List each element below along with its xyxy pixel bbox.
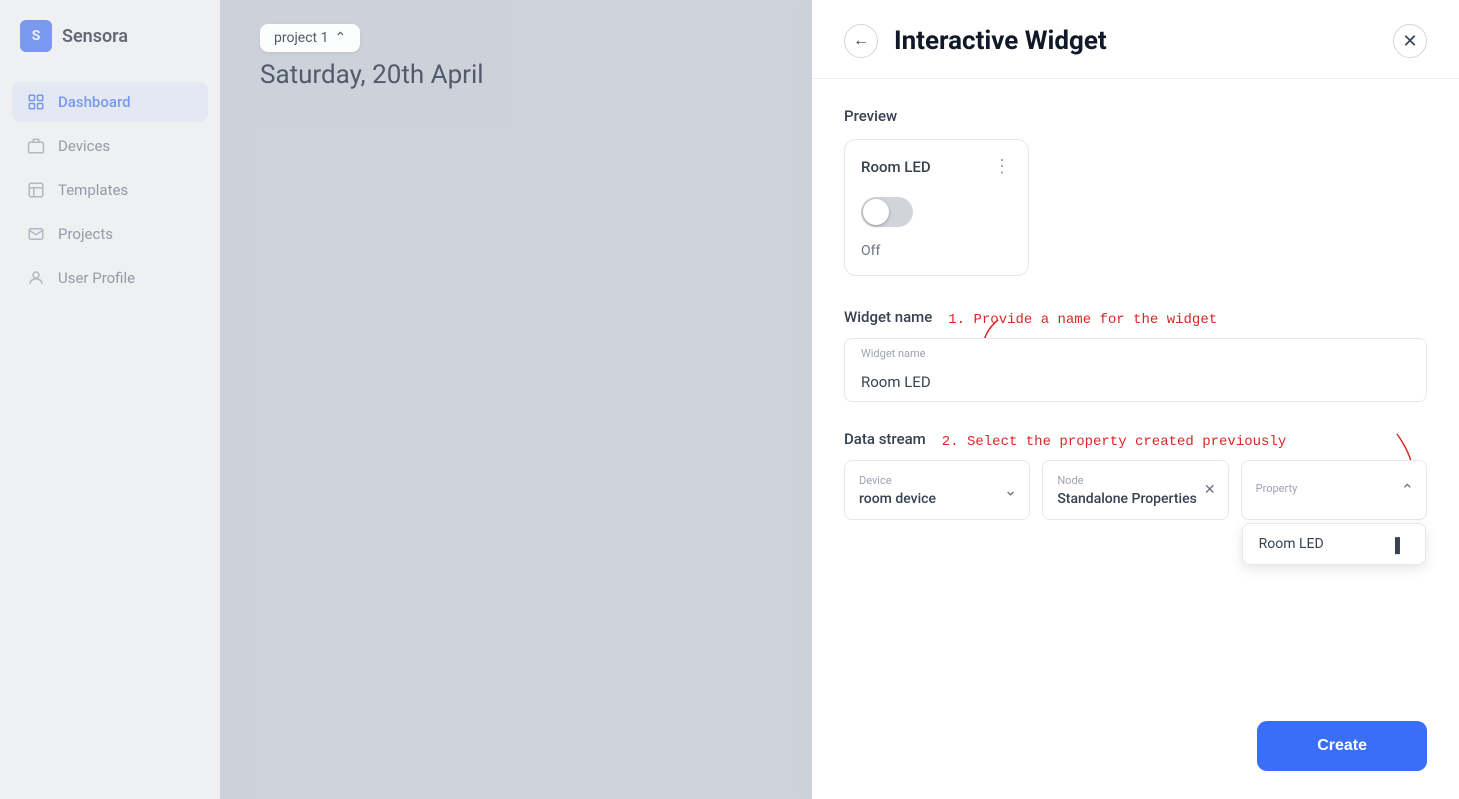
device-select[interactable]: Device room device ⌄ — [844, 460, 1030, 520]
logo-icon: S — [20, 20, 52, 52]
sidebar-item-templates[interactable]: Templates — [12, 170, 208, 210]
sidebar-label-devices: Devices — [58, 137, 110, 155]
sidebar-nav: Dashboard Devices Templates Projects — [0, 82, 220, 298]
device-value: room device — [859, 491, 1015, 507]
preview-label: Preview — [844, 107, 1427, 125]
back-arrow-icon: ← — [853, 32, 869, 50]
close-icon: ✕ — [1402, 31, 1417, 52]
project-chevron-icon: ⌃ — [334, 30, 346, 46]
widget-name-input-box[interactable]: Widget name Room LED — [844, 338, 1427, 402]
templates-icon — [26, 180, 46, 200]
node-select[interactable]: Node Standalone Properties ✕ — [1042, 460, 1228, 520]
data-stream-selectors: Device room device ⌄ Node Standalone Pro… — [844, 460, 1427, 520]
sidebar-item-dashboard[interactable]: Dashboard — [12, 82, 208, 122]
node-x-icon: ✕ — [1204, 482, 1216, 498]
cursor-icon: ▌ — [1395, 537, 1409, 551]
panel-title: Interactive Widget — [894, 26, 1377, 56]
toggle-switch[interactable] — [861, 197, 913, 227]
sidebar-label-user-profile: User Profile — [58, 269, 135, 287]
toggle-container — [861, 197, 1012, 227]
annotation-2-text: 2. Select the property created previousl… — [942, 434, 1286, 450]
widget-name-section: Widget name 1. Provide a name for the wi… — [844, 308, 1427, 402]
page-date: Saturday, 20th April — [260, 60, 484, 90]
sidebar-label-projects: Projects — [58, 225, 113, 243]
data-stream-section: Data stream 2. Select the property creat… — [844, 430, 1427, 520]
projects-icon — [26, 224, 46, 244]
sidebar-item-user-profile[interactable]: User Profile — [12, 258, 208, 298]
sidebar-logo: S Sensora — [0, 20, 220, 82]
sidebar: S Sensora Dashboard Devices Tem — [0, 0, 220, 799]
node-label: Node — [1057, 474, 1213, 487]
sidebar-item-devices[interactable]: Devices — [12, 126, 208, 166]
widget-name-label: Widget name — [844, 308, 932, 326]
panel-footer: Create — [812, 701, 1459, 799]
background-panel: S Sensora Dashboard Devices Tem — [0, 0, 812, 799]
sidebar-item-projects[interactable]: Projects — [12, 214, 208, 254]
widget-name-placeholder: Widget name — [861, 347, 926, 360]
user-icon — [26, 268, 46, 288]
widget-menu-icon[interactable]: ⋮ — [993, 156, 1012, 177]
project-name: project 1 — [274, 30, 328, 46]
property-option-room-led[interactable]: Room LED ▌ — [1243, 524, 1425, 564]
property-dropdown: Room LED ▌ — [1242, 523, 1426, 565]
app-name: Sensora — [62, 26, 128, 47]
panel-body: Preview Room LED ⋮ Off Widget name 1. Pr… — [812, 79, 1459, 701]
sidebar-label-templates: Templates — [58, 181, 128, 199]
property-select[interactable]: Property ⌃ Room LED ▌ — [1241, 460, 1427, 520]
widget-card-title: Room LED — [861, 158, 931, 176]
device-chevron-icon: ⌄ — [1004, 481, 1017, 500]
widget-name-value: Room LED — [861, 373, 931, 391]
toggle-thumb — [863, 199, 889, 225]
sidebar-label-dashboard: Dashboard — [58, 93, 131, 111]
create-button[interactable]: Create — [1257, 721, 1427, 771]
preview-widget: Room LED ⋮ Off — [844, 139, 1029, 276]
panel-header: ← Interactive Widget ✕ — [812, 0, 1459, 79]
device-label: Device — [859, 474, 1015, 487]
interactive-widget-panel: ← Interactive Widget ✕ Preview Room LED … — [812, 0, 1459, 799]
data-stream-label: Data stream — [844, 430, 926, 448]
devices-icon — [26, 136, 46, 156]
widget-status: Off — [861, 243, 1012, 259]
node-value: Standalone Properties — [1057, 491, 1213, 507]
property-label: Property — [1256, 482, 1412, 495]
back-button[interactable]: ← — [844, 24, 878, 58]
dashboard-icon — [26, 92, 46, 112]
property-chevron-up-icon: ⌃ — [1401, 481, 1414, 500]
close-button[interactable]: ✕ — [1393, 24, 1427, 58]
project-selector[interactable]: project 1 ⌃ — [260, 24, 360, 52]
widget-card-header: Room LED ⋮ — [861, 156, 1012, 177]
